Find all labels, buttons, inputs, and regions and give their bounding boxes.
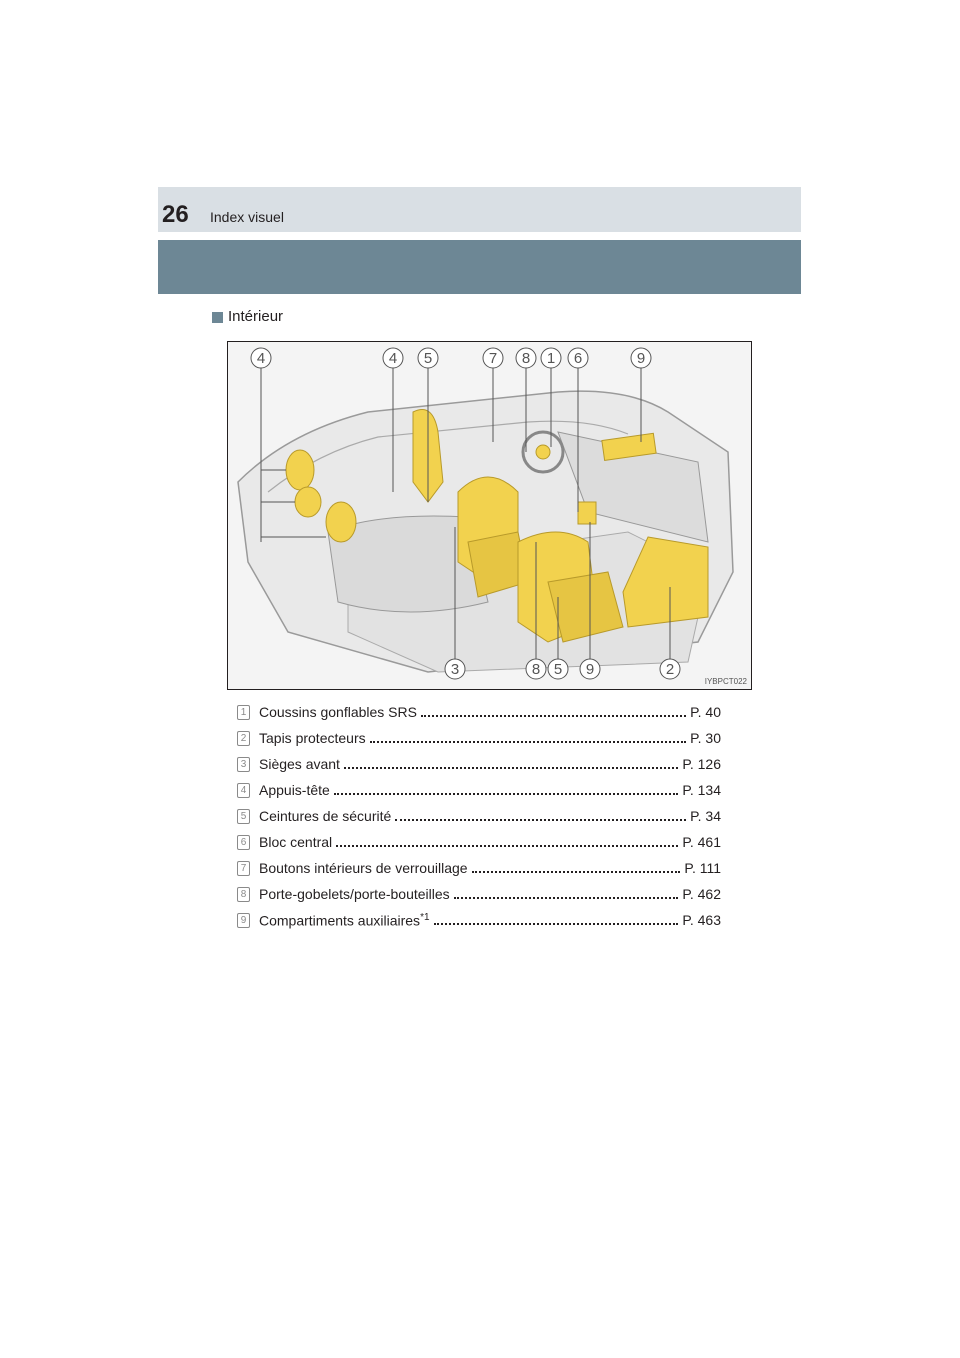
item-label: Porte-gobelets/porte-bouteilles xyxy=(259,886,450,902)
list-item: 5 Ceintures de sécurité P. 34 xyxy=(237,803,721,829)
item-page-link[interactable]: P. 111 xyxy=(684,860,721,876)
leader-dots xyxy=(471,871,681,873)
list-item: 9 Compartiments auxiliaires*1 P. 463 xyxy=(237,907,721,933)
item-page-link[interactable]: P. 30 xyxy=(690,730,721,746)
legend-list: 1 Coussins gonflables SRS P. 40 2 Tapis … xyxy=(237,699,721,933)
item-page-link[interactable]: P. 40 xyxy=(690,704,721,720)
list-item: 7 Boutons intérieurs de verrouillage P. … xyxy=(237,855,721,881)
callout-top-4: 7 xyxy=(489,350,497,367)
item-page-link[interactable]: P. 134 xyxy=(682,782,721,798)
list-item: 1 Coussins gonflables SRS P. 40 xyxy=(237,699,721,725)
item-label: Ceintures de sécurité xyxy=(259,808,392,824)
item-label: Tapis protecteurs xyxy=(259,730,366,746)
item-page-link[interactable]: P. 463 xyxy=(682,912,721,928)
callout-top-1: 4 xyxy=(257,350,265,367)
list-item: 2 Tapis protecteurs P. 30 xyxy=(237,725,721,751)
item-page-link[interactable]: P. 126 xyxy=(682,756,721,772)
item-label: Compartiments auxiliaires*1 xyxy=(259,911,430,929)
interior-illustration: 4 4 5 7 8 1 6 9 3 8 5 9 2 IYBPCT022 xyxy=(227,341,752,690)
item-number: 6 xyxy=(237,834,250,850)
item-label: Bloc central xyxy=(259,834,333,850)
item-page-link[interactable]: P. 34 xyxy=(690,808,721,824)
callout-bottom-5: 2 xyxy=(666,661,674,678)
item-number: 8 xyxy=(237,886,250,902)
item-label: Coussins gonflables SRS xyxy=(259,704,417,720)
item-number: 3 xyxy=(237,756,250,772)
leader-dots xyxy=(420,715,687,717)
item-label: Boutons intérieurs de verrouillage xyxy=(259,860,468,876)
leader-dots xyxy=(343,767,679,769)
item-number: 9 xyxy=(237,912,250,928)
footnote-marker: *1 xyxy=(420,911,430,923)
callout-top-7: 6 xyxy=(574,350,582,367)
callout-top-5: 8 xyxy=(522,350,530,367)
list-item: 6 Bloc central P. 461 xyxy=(237,829,721,855)
callout-bottom-2: 8 xyxy=(532,661,540,678)
list-item: 3 Sièges avant P. 126 xyxy=(237,751,721,777)
page-number: 26 xyxy=(162,201,189,228)
leader-dots xyxy=(333,793,679,795)
item-page-link[interactable]: P. 461 xyxy=(682,834,721,850)
callout-top-8: 9 xyxy=(637,350,645,367)
item-number: 7 xyxy=(237,860,250,876)
rear-headrest-left xyxy=(285,449,315,491)
leader-dots xyxy=(369,741,687,743)
square-bullet-icon xyxy=(212,311,223,323)
section-title: Intérieur xyxy=(228,308,284,325)
callout-top-6: 1 xyxy=(547,350,555,367)
item-label: Sièges avant xyxy=(259,756,340,772)
callout-bottom-1: 3 xyxy=(451,661,459,678)
leader-dots xyxy=(453,897,679,899)
figure-code: IYBPCT022 xyxy=(704,677,747,686)
callout-bottom-3: 5 xyxy=(554,661,562,678)
callout-top-2: 4 xyxy=(389,350,397,367)
leader-dots xyxy=(395,819,687,821)
car-interior-drawing: 4 4 5 7 8 1 6 9 3 8 5 9 2 xyxy=(237,347,734,680)
header-title: Index visuel xyxy=(210,209,284,225)
callout-bottom-4: 9 xyxy=(586,661,594,678)
item-number: 5 xyxy=(237,808,250,824)
item-page-link[interactable]: P. 462 xyxy=(682,886,721,902)
list-item: 8 Porte-gobelets/porte-bouteilles P. 462 xyxy=(237,881,721,907)
callout-top-3: 5 xyxy=(424,350,432,367)
leader-dots xyxy=(433,923,679,925)
rear-headrest-mid xyxy=(294,486,322,518)
item-number: 2 xyxy=(237,730,250,746)
section-heading: Intérieur xyxy=(212,308,283,326)
item-number: 1 xyxy=(237,704,250,720)
rear-headrest-right xyxy=(325,501,357,543)
section-banner xyxy=(158,240,801,294)
list-item: 4 Appuis-tête P. 134 xyxy=(237,777,721,803)
item-number: 4 xyxy=(237,782,250,798)
item-label: Appuis-tête xyxy=(259,782,330,798)
leader-dots xyxy=(336,845,679,847)
